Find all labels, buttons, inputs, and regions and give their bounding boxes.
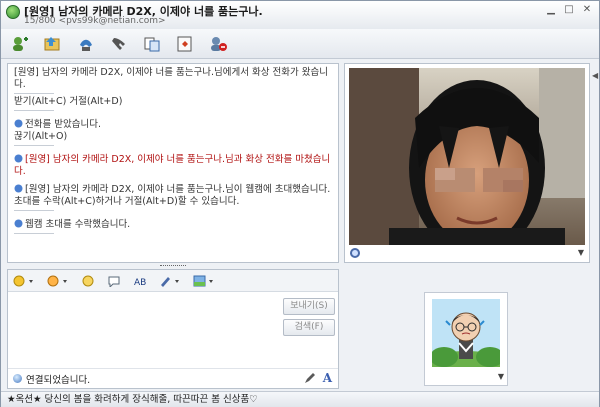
advertisement-bar[interactable]: ★옥션★ 당신의 봄을 화려하게 장식해줄, 따끈따끈 봄 신상품♡ — [1, 391, 599, 407]
video-options-dropdown[interactable]: ▼ — [578, 248, 584, 257]
chat-message: 전화를 받았습니다. — [14, 119, 332, 131]
action-toolbar — [1, 29, 599, 59]
webcam-icon[interactable] — [350, 248, 360, 258]
emoticon-icon[interactable] — [13, 273, 35, 289]
info-icon — [14, 119, 23, 128]
message-input-panel: AB 보내기(S) 검색(F) 연결되었습니다. A — [7, 269, 339, 389]
collapse-panel-arrow[interactable]: ◀ — [592, 71, 598, 80]
info-icon — [14, 154, 23, 163]
avatar-options-dropdown[interactable]: ▼ — [498, 372, 504, 381]
search-button[interactable]: 검색(F) — [283, 319, 335, 336]
share-icon[interactable] — [141, 34, 163, 54]
hangup-icon[interactable] — [108, 34, 130, 54]
handwriting-icon[interactable] — [304, 372, 316, 384]
my-avatar-panel: ▼ — [424, 292, 508, 386]
nudge-icon[interactable] — [107, 273, 121, 289]
send-file-icon[interactable] — [42, 34, 64, 54]
text-style-icon[interactable]: A — [323, 371, 332, 385]
background-icon[interactable] — [193, 273, 215, 289]
messenger-chat-window: [원영] 남자의 카메라 D2X, 이제야 너를 품는구나. 15/800 <p… — [0, 0, 600, 407]
chat-message: 웹캠 초대를 수락했습니다. — [14, 219, 332, 231]
add-friend-icon[interactable] — [9, 34, 31, 54]
messenger-logo-icon — [6, 5, 20, 19]
divider — [14, 93, 54, 94]
divider — [14, 145, 54, 146]
call-icon[interactable] — [75, 34, 97, 54]
divider — [14, 110, 54, 111]
divider — [14, 210, 54, 211]
close-icon[interactable]: ✕ — [581, 4, 593, 16]
maximize-icon[interactable]: □ — [563, 4, 575, 16]
wink-icon[interactable] — [81, 273, 95, 289]
divider — [14, 233, 54, 234]
block-icon[interactable] — [207, 34, 229, 54]
call-actions-line[interactable]: 받기(Alt+C) 거절(Alt+D) — [14, 96, 332, 108]
minimize-icon[interactable]: ▁ — [545, 4, 557, 16]
chat-message: [원영] 남자의 카메라 D2X, 이제야 너를 품는구나.님에게서 화상 전화… — [14, 67, 328, 90]
connected-icon — [13, 374, 22, 383]
status-text: 연결되었습니다. — [26, 374, 91, 386]
chat-message: [원영] 남자의 카메라 D2X, 이제야 너를 품는구나.님이 웹캠에 초대했… — [14, 184, 331, 207]
title-bar[interactable]: [원영] 남자의 카메라 D2X, 이제야 너를 품는구나. 15/800 <p… — [1, 1, 599, 29]
font-icon[interactable]: AB — [133, 273, 147, 289]
info-icon — [14, 184, 23, 193]
contact-status: 15/800 <pvs99k@netian.com> — [24, 16, 166, 26]
connection-status: 연결되었습니다. A — [8, 368, 338, 388]
send-button[interactable]: 보내기(S) — [283, 298, 335, 315]
remote-icon[interactable] — [174, 34, 196, 54]
avatar[interactable] — [432, 299, 500, 367]
info-icon — [14, 219, 23, 228]
flash-con-icon[interactable] — [47, 273, 69, 289]
svg-text:AB: AB — [134, 278, 146, 287]
hangup-action-line[interactable]: 끊기(Alt+O) — [14, 131, 332, 143]
splitter-grip[interactable] — [160, 265, 186, 267]
chat-log[interactable]: [원영] 남자의 카메라 D2X, 이제야 너를 품는구나.님에게서 화상 전화… — [7, 63, 339, 263]
webcam-video — [349, 68, 585, 245]
message-input[interactable] — [8, 292, 276, 366]
chat-message-alert: [원영] 남자의 카메라 D2X, 이제야 너를 품는구나.님과 화상 전화를 … — [14, 154, 331, 177]
video-panel: ▼ — [344, 63, 590, 263]
brush-color-icon[interactable] — [159, 273, 181, 289]
format-toolbar: AB — [8, 270, 338, 292]
